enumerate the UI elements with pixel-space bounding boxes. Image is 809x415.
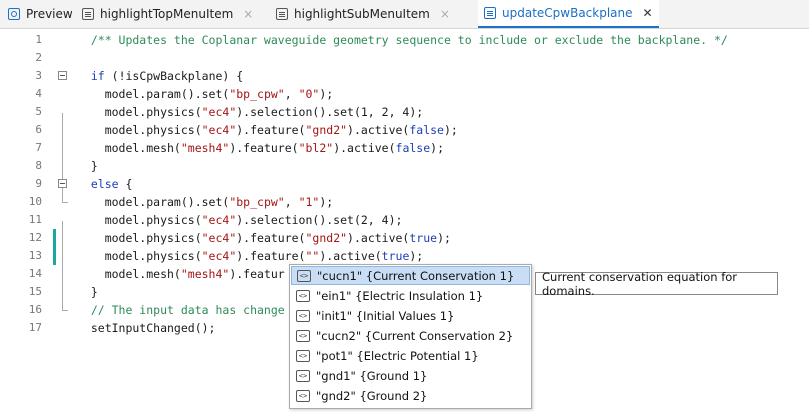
method-document-icon xyxy=(82,8,94,20)
code-text: model.param().set("bp_cpw", "1"); xyxy=(77,195,334,209)
feature-tag-icon: <> xyxy=(296,289,310,302)
feature-tag-icon: <> xyxy=(296,369,310,382)
code-line[interactable]: 3 if (!isCpwBackplane) { xyxy=(0,67,809,85)
autocomplete-popup: <> "cucn1" {Current Conservation 1} <> "… xyxy=(289,264,532,409)
code-text: model.param().set("bp_cpw", "0"); xyxy=(77,87,334,101)
line-number: 16 xyxy=(28,303,42,316)
code-text: // The input data has change xyxy=(77,303,285,317)
code-line[interactable]: 6 model.physics("ec4").feature("gnd2").a… xyxy=(0,121,809,139)
code-text: } xyxy=(77,285,98,299)
line-number: 8 xyxy=(35,159,42,172)
autocomplete-item-label: "ein1" {Electric Insulation 1} xyxy=(316,288,484,303)
tab-label: highlightSubMenuItem xyxy=(294,7,430,21)
autocomplete-item[interactable]: <> "cucn2" {Current Conservation 2} xyxy=(291,326,530,345)
autocomplete-item-label: "gnd2" {Ground 2} xyxy=(316,388,428,403)
code-line[interactable]: 5 model.physics("ec4").selection().set(1… xyxy=(0,103,809,121)
code-line[interactable]: 9 else { xyxy=(0,175,809,193)
close-icon[interactable]: ✕ xyxy=(643,6,653,20)
line-number: 10 xyxy=(28,195,42,208)
autocomplete-item[interactable]: <> "ein1" {Electric Insulation 1} xyxy=(291,286,530,305)
method-document-icon xyxy=(276,8,288,20)
code-line[interactable]: 13 model.physics("ec4").feature("").acti… xyxy=(0,247,809,265)
editor-tab-bar: Preview highlightTopMenuItem × highlight… xyxy=(0,0,809,29)
code-line[interactable]: 2 xyxy=(0,49,809,67)
line-number: 17 xyxy=(28,321,42,334)
line-number: 11 xyxy=(28,213,42,226)
line-number: 6 xyxy=(35,123,42,136)
code-text: else { xyxy=(90,177,133,191)
code-text: model.physics("ec4").feature("gnd2").act… xyxy=(77,231,451,245)
tab-label: updateCpwBackplane xyxy=(502,6,633,20)
feature-tag-icon: <> xyxy=(296,309,310,322)
code-text: } xyxy=(77,159,98,173)
code-text: model.physics("ec4").feature("").active(… xyxy=(77,249,424,263)
code-text: model.physics("ec4").selection().set(1, … xyxy=(77,105,424,119)
code-line[interactable]: 8 } xyxy=(0,157,809,175)
line-number: 5 xyxy=(35,105,42,118)
change-marker xyxy=(53,229,56,247)
line-number: 12 xyxy=(28,231,42,244)
autocomplete-tooltip: Current conservation equation for domain… xyxy=(535,270,778,298)
code-text: model.physics("ec4").selection().set(2, … xyxy=(77,213,403,227)
line-number: 4 xyxy=(35,87,42,100)
preview-icon xyxy=(8,8,20,20)
code-line[interactable]: 11 model.physics("ec4").selection().set(… xyxy=(0,211,809,229)
line-number: 3 xyxy=(35,69,42,82)
autocomplete-item-label: "pot1" {Electric Potential 1} xyxy=(316,348,479,363)
autocomplete-item[interactable]: <> "cucn1" {Current Conservation 1} xyxy=(291,266,530,285)
code-line[interactable]: 7 model.mesh("mesh4").feature("bl2").act… xyxy=(0,139,809,157)
method-document-icon xyxy=(484,7,496,19)
line-number: 15 xyxy=(28,285,42,298)
change-marker xyxy=(53,247,56,265)
code-line[interactable]: 10 model.param().set("bp_cpw", "1"); xyxy=(0,193,809,211)
line-number: 14 xyxy=(28,267,42,280)
autocomplete-item[interactable]: <> "init1" {Initial Values 1} xyxy=(291,306,530,325)
feature-tag-icon: <> xyxy=(296,329,310,342)
tab-updatecpwbackplane[interactable]: updateCpwBackplane ✕ xyxy=(478,0,659,28)
autocomplete-item-label: "cucn2" {Current Conservation 2} xyxy=(316,328,514,343)
code-line[interactable]: 1 /** Updates the Coplanar waveguide geo… xyxy=(0,31,809,49)
close-icon[interactable]: × xyxy=(243,7,253,21)
code-text: model.physics("ec4").feature("gnd2").act… xyxy=(77,123,458,137)
code-text: setInputChanged(); xyxy=(77,321,216,335)
code-line[interactable]: 4 model.param().set("bp_cpw", "0"); xyxy=(0,85,809,103)
line-number: 9 xyxy=(35,177,42,190)
autocomplete-item-label: "gnd1" {Ground 1} xyxy=(316,368,428,383)
autocomplete-item[interactable]: <> "gnd2" {Ground 2} xyxy=(291,386,530,405)
line-number: 1 xyxy=(35,33,42,46)
code-text: /** Updates the Coplanar waveguide geome… xyxy=(77,33,728,47)
autocomplete-item-label: "cucn1" {Current Conservation 1} xyxy=(317,268,515,283)
code-text: if (!isCpwBackplane) { xyxy=(90,69,244,83)
feature-tag-icon: <> xyxy=(297,269,311,282)
line-number: 7 xyxy=(35,141,42,154)
feature-tag-icon: <> xyxy=(296,349,310,362)
tab-label: highlightTopMenuItem xyxy=(100,7,234,21)
code-line[interactable]: 12 model.physics("ec4").feature("gnd2").… xyxy=(0,229,809,247)
code-text: model.mesh("mesh4").feature("bl2").activ… xyxy=(77,141,444,155)
tab-label: Preview xyxy=(26,7,73,21)
code-text: model.mesh("mesh4").featur xyxy=(77,267,285,281)
fold-toggle-icon[interactable] xyxy=(58,179,67,188)
close-icon[interactable]: × xyxy=(440,7,450,21)
line-number: 13 xyxy=(28,249,42,262)
tab-preview[interactable]: Preview xyxy=(8,0,73,28)
fold-toggle-icon[interactable] xyxy=(58,71,67,80)
feature-tag-icon: <> xyxy=(296,389,310,402)
line-number: 2 xyxy=(35,51,42,64)
tab-highlighttopmenuitem[interactable]: highlightTopMenuItem × xyxy=(82,0,253,28)
autocomplete-item[interactable]: <> "pot1" {Electric Potential 1} xyxy=(291,346,530,365)
autocomplete-item[interactable]: <> "gnd1" {Ground 1} xyxy=(291,366,530,385)
tab-highlightsubmenuitem[interactable]: highlightSubMenuItem × xyxy=(276,0,450,28)
autocomplete-item-label: "init1" {Initial Values 1} xyxy=(316,308,455,323)
